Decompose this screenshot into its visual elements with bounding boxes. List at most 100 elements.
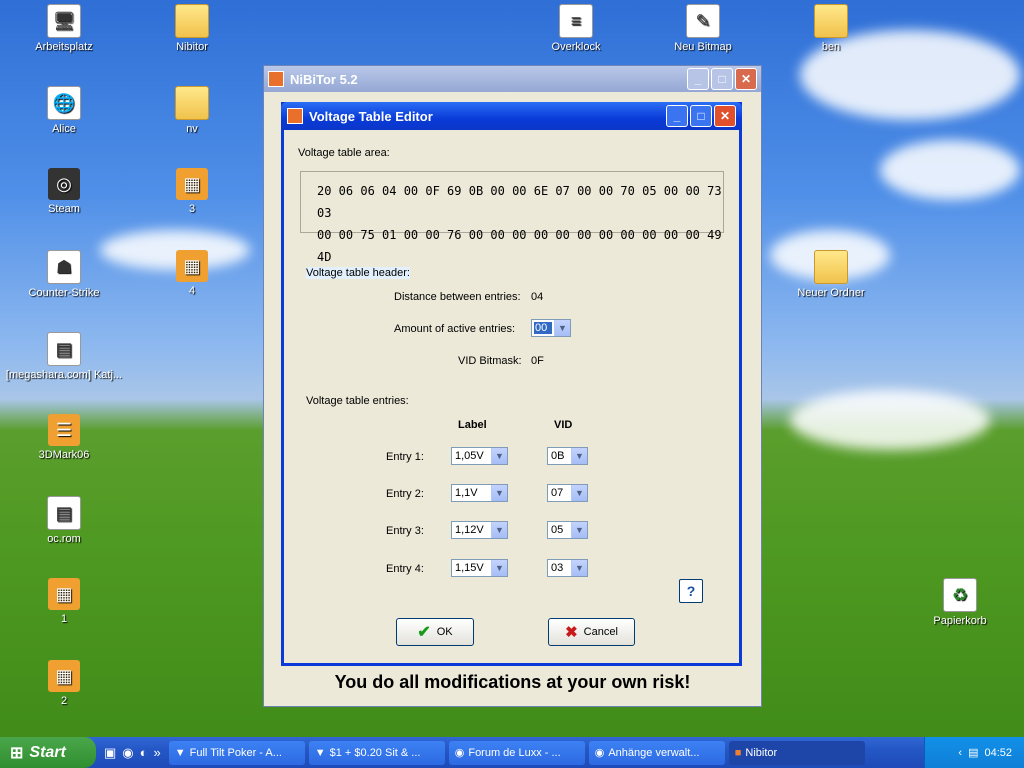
system-tray: ‹ ▤ 04:52 xyxy=(924,737,1024,768)
entry-2-label: Entry 2: xyxy=(386,488,424,500)
archive-icon: ▦ xyxy=(48,660,80,692)
dialog-titlebar[interactable]: Voltage Table Editor _ □ ✕ xyxy=(281,102,742,130)
task-full-tilt-poker[interactable]: ▼ Full Tilt Poker - A... xyxy=(168,740,305,765)
vid-bitmask-value: 0F xyxy=(531,355,544,367)
document-icon: ▤ xyxy=(47,332,81,366)
chevron-down-icon[interactable]: ▼ xyxy=(491,560,507,576)
chevron-right-icon[interactable]: » xyxy=(154,745,161,761)
folder-icon xyxy=(175,4,209,38)
desktop-icon-neuer-ordner[interactable]: Neuer Ordner xyxy=(791,250,871,299)
maximize-icon[interactable]: □ xyxy=(711,68,733,90)
minimize-icon[interactable]: _ xyxy=(666,105,688,127)
entry-1-voltage-select[interactable]: 1,05V ▼ xyxy=(451,447,508,465)
distance-label: Distance between entries: xyxy=(394,291,521,303)
dialog-title: Voltage Table Editor xyxy=(309,108,433,124)
app-icon: ■ xyxy=(734,746,742,759)
voltage-table-header-label: Voltage table header: xyxy=(306,267,410,279)
desktop-icon-2[interactable]: ▦ 2 xyxy=(24,660,104,707)
desktop-icon-alice[interactable]: 🌐 Alice xyxy=(24,86,104,135)
tray-expand-icon[interactable]: ‹ xyxy=(958,747,962,759)
firefox-icon: ◉ xyxy=(454,747,465,759)
close-icon[interactable]: ✕ xyxy=(735,68,757,90)
chevron-down-icon[interactable]: ▼ xyxy=(571,448,587,464)
firefox-icon[interactable]: ◉ xyxy=(122,745,133,761)
clock[interactable]: 04:52 xyxy=(984,747,1012,759)
entry-4-label: Entry 4: xyxy=(386,563,424,575)
chevron-down-icon[interactable]: ▼ xyxy=(491,522,507,538)
cloud xyxy=(880,140,1020,200)
chevron-down-icon[interactable]: ▼ xyxy=(571,522,587,538)
vid-bitmask-label: VID Bitmask: xyxy=(458,355,522,367)
start-button[interactable]: ⊞ Start xyxy=(0,737,96,768)
label-column-header: Label xyxy=(458,419,487,431)
chevron-down-icon[interactable]: ▼ xyxy=(554,320,570,336)
minimize-icon[interactable]: _ xyxy=(687,68,709,90)
quick-launch: ▣ ◉ ◐ » xyxy=(104,745,161,761)
desktop-icon-arbeitsplatz[interactable]: 🖥 Arbeitsplatz xyxy=(24,4,104,53)
folder-icon xyxy=(814,250,848,284)
task-anhaenge[interactable]: ◉ Anhänge verwalt... xyxy=(588,740,725,765)
recycle-bin-icon: ♻ xyxy=(943,578,977,612)
chevron-down-icon[interactable]: ▼ xyxy=(571,560,587,576)
main-window-title: NiBiTor 5.2 xyxy=(290,71,358,87)
ok-button[interactable]: ✔ OK xyxy=(396,618,474,646)
entry-4-voltage-select[interactable]: 1,15V ▼ xyxy=(451,559,508,577)
hex-line-1: 20 06 06 04 00 0F 69 0B 00 00 6E 07 00 0… xyxy=(317,184,722,220)
cancel-button[interactable]: ✖ Cancel xyxy=(548,618,635,646)
desktop-icon-1[interactable]: ▦ 1 xyxy=(24,578,104,625)
active-entries-select[interactable]: 00 ▼ xyxy=(531,319,571,337)
entry-2-vid-select[interactable]: 07 ▼ xyxy=(547,484,588,502)
network-tray-icon[interactable]: ▤ xyxy=(968,746,978,759)
entry-2-voltage-select[interactable]: 1,1V ▼ xyxy=(451,484,508,502)
task-nibitor[interactable]: ■ Nibitor xyxy=(728,740,865,765)
voltage-table-editor-dialog: Voltage Table Editor _ □ ✕ Voltage table… xyxy=(281,102,742,666)
poker-icon: ▼ xyxy=(174,746,186,759)
desktop-icon-neu-bitmap[interactable]: ✎ Neu Bitmap xyxy=(663,4,743,53)
risk-warning: You do all modifications at your own ris… xyxy=(334,672,691,692)
desktop-icon-3dmark06[interactable]: ☰ 3DMark06 xyxy=(24,414,104,461)
folder-icon xyxy=(175,86,209,120)
hex-line-2: 00 00 75 01 00 00 76 00 00 00 00 00 00 0… xyxy=(317,228,722,264)
computer-icon: 🖥 xyxy=(47,4,81,38)
desktop-icon-nibitor[interactable]: Nibitor xyxy=(152,4,232,53)
folder-icon xyxy=(814,4,848,38)
desktop-icon-3[interactable]: ▦ 3 xyxy=(152,168,232,215)
voltage-table-hex: 20 06 06 04 00 0F 69 0B 00 00 6E 07 00 0… xyxy=(300,171,724,264)
desktop-icon-4[interactable]: ▦ 4 xyxy=(152,250,232,297)
headset-icon[interactable]: ◐ xyxy=(140,745,148,761)
desktop-icon-overklock[interactable]: ≡ Overklock xyxy=(536,4,616,53)
desktop-icon-ben[interactable]: ben xyxy=(791,4,871,53)
desktop-icon[interactable]: ▣ xyxy=(104,745,116,761)
steam-icon: ◎ xyxy=(48,168,80,200)
text-file-icon: ≡ xyxy=(559,4,593,38)
desktop-icon-oc-rom[interactable]: ▤ oc.rom xyxy=(24,496,104,545)
maximize-icon[interactable]: □ xyxy=(690,105,712,127)
entry-3-vid-select[interactable]: 05 ▼ xyxy=(547,521,588,539)
chevron-down-icon[interactable]: ▼ xyxy=(491,485,507,501)
archive-icon: ▦ xyxy=(48,578,80,610)
entry-3-label: Entry 3: xyxy=(386,525,424,537)
checkmark-icon: ✔ xyxy=(417,624,431,641)
archive-icon: ▦ xyxy=(176,168,208,200)
chevron-down-icon[interactable]: ▼ xyxy=(571,485,587,501)
active-entries-label: Amount of active entries: xyxy=(394,323,516,335)
desktop-icon-steam[interactable]: ◎ Steam xyxy=(24,168,104,215)
vid-column-header: VID xyxy=(554,419,573,431)
archive-icon: ▦ xyxy=(176,250,208,282)
desktop-icon-papierkorb[interactable]: ♻ Papierkorb xyxy=(920,578,1000,627)
main-window-titlebar[interactable]: NiBiTor 5.2 _ □ ✕ xyxy=(264,66,761,92)
bitmap-icon: ✎ xyxy=(686,4,720,38)
desktop-icon-counter-strike[interactable]: ☗ Counter-Strike xyxy=(24,250,104,299)
voltage-table-entries-label: Voltage table entries: xyxy=(306,395,409,407)
desktop-icon-megashara[interactable]: ▤ [megashara.com] Katj... xyxy=(0,332,128,381)
task-sit-and-go[interactable]: ▼ $1 + $0.20 Sit & ... xyxy=(308,740,445,765)
entry-4-vid-select[interactable]: 03 ▼ xyxy=(547,559,588,577)
chevron-down-icon[interactable]: ▼ xyxy=(491,448,507,464)
help-button[interactable]: ? xyxy=(679,579,703,603)
windows-logo-icon: ⊞ xyxy=(10,744,24,762)
entry-1-vid-select[interactable]: 0B ▼ xyxy=(547,447,588,465)
entry-3-voltage-select[interactable]: 1,12V ▼ xyxy=(451,521,508,539)
desktop-icon-nv[interactable]: nv xyxy=(152,86,232,135)
close-icon[interactable]: ✕ xyxy=(714,105,736,127)
task-forum-de-luxx[interactable]: ◉ Forum de Luxx - ... xyxy=(448,740,585,765)
